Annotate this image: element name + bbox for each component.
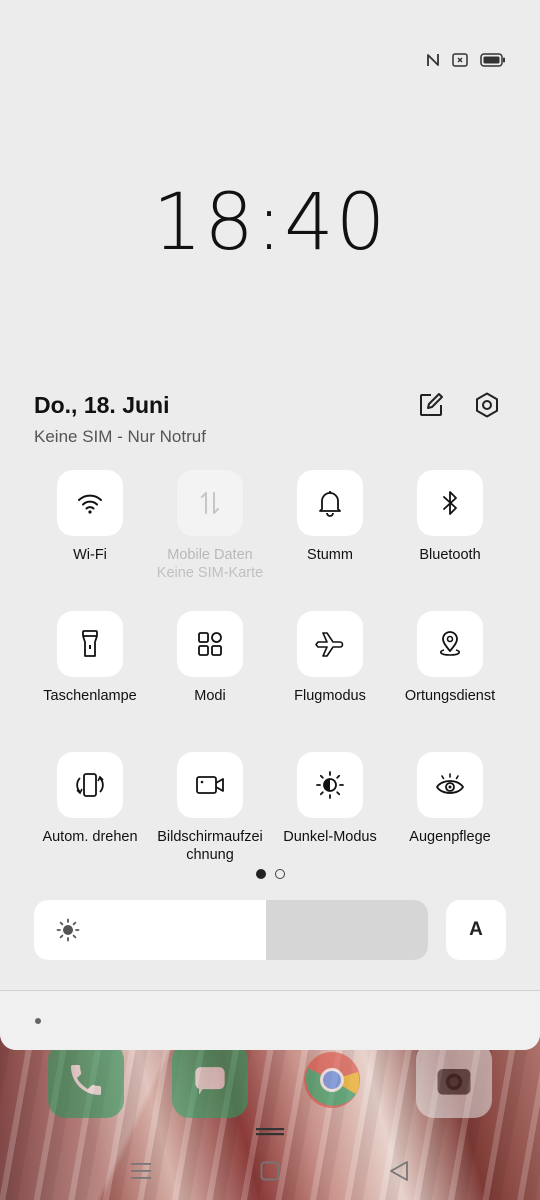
auto-brightness-button[interactable]: A (446, 900, 506, 960)
settings-icon[interactable] (470, 388, 504, 422)
tile-label: Autom. drehen (42, 829, 138, 845)
eye-care-icon[interactable] (417, 752, 483, 818)
tile-dark-mode[interactable]: Dunkel-Modus (270, 752, 390, 846)
edit-icon[interactable] (414, 388, 448, 422)
tile-screen-record[interactable]: Bildschirmaufzei chnung (150, 752, 270, 864)
tile-label: Bluetooth (419, 547, 481, 563)
wifi-icon[interactable] (57, 470, 123, 536)
no-sim-icon (452, 53, 468, 72)
tile-label: Taschenlampe (43, 688, 137, 704)
page-indicator (256, 869, 285, 879)
tile-label: Ortungsdienst (404, 688, 496, 704)
tile-label: Stumm (307, 547, 353, 563)
messages-app-icon[interactable] (172, 1042, 248, 1118)
tile-label: Flugmodus (294, 688, 366, 704)
tile-label: Wi-Fi (73, 547, 107, 563)
tile-bluetooth[interactable]: Bluetooth (390, 470, 510, 564)
tile-mobile-data[interactable]: Mobile Daten Keine SIM-Karte (150, 470, 270, 582)
airplane-icon[interactable] (297, 611, 363, 677)
mobile-data-icon[interactable] (177, 470, 243, 536)
navigation-bar (0, 1140, 540, 1200)
flashlight-icon[interactable] (57, 611, 123, 677)
tile-auto-rotate[interactable]: Autom. drehen (30, 752, 150, 846)
bluetooth-icon[interactable] (417, 470, 483, 536)
bell-icon[interactable] (297, 470, 363, 536)
home-button-icon[interactable] (255, 1156, 285, 1186)
tile-eye-care[interactable]: Augenpflege (390, 752, 510, 846)
tile-label: Mobile Daten (167, 547, 253, 563)
nfc-icon (426, 52, 440, 73)
location-icon[interactable] (417, 611, 483, 677)
tile-airplane[interactable]: Flugmodus (270, 611, 390, 705)
back-button-icon[interactable] (384, 1156, 414, 1186)
tile-sublabel: Keine SIM-Karte (156, 565, 264, 581)
sim-status-label: Keine SIM - Nur Notruf (34, 427, 206, 446)
tile-flashlight[interactable]: Taschenlampe (30, 611, 150, 705)
auto-rotate-icon[interactable] (57, 752, 123, 818)
tile-wifi[interactable]: Wi-Fi (30, 470, 150, 564)
tile-location[interactable]: Ortungsdienst (390, 611, 510, 705)
tile-label: Modi (194, 688, 226, 704)
date-label: Do., 18. Juni (34, 392, 170, 418)
quick-settings-panel: Do., 18. Juni Keine SIM - Nur Notruf Wi-… (0, 372, 540, 1050)
tile-modes[interactable]: Modi (150, 611, 270, 705)
screen-record-icon[interactable] (177, 752, 243, 818)
home-indicator-icon[interactable] (256, 1123, 284, 1136)
battery-icon (480, 53, 506, 72)
chrome-app-icon[interactable] (294, 1042, 370, 1118)
brightness-icon (56, 918, 80, 942)
status-bar (426, 52, 506, 73)
page-dot-active[interactable] (256, 869, 266, 879)
camera-app-icon[interactable] (416, 1042, 492, 1118)
dark-mode-icon[interactable] (297, 752, 363, 818)
modes-icon[interactable] (177, 611, 243, 677)
tile-label: Augenpflege (409, 829, 491, 845)
lockscreen-clock: 18:40 (152, 178, 388, 268)
phone-app-icon[interactable] (48, 1042, 124, 1118)
brightness-slider[interactable] (34, 900, 428, 960)
notification-area (0, 990, 540, 1050)
notification-dot (35, 1018, 41, 1024)
tile-silent[interactable]: Stumm (270, 470, 390, 564)
page-dot[interactable] (275, 869, 285, 879)
tile-label: Dunkel-Modus (283, 829, 377, 845)
recent-apps-icon[interactable] (126, 1156, 156, 1186)
tile-label: Bildschirmaufzei chnung (157, 829, 263, 863)
